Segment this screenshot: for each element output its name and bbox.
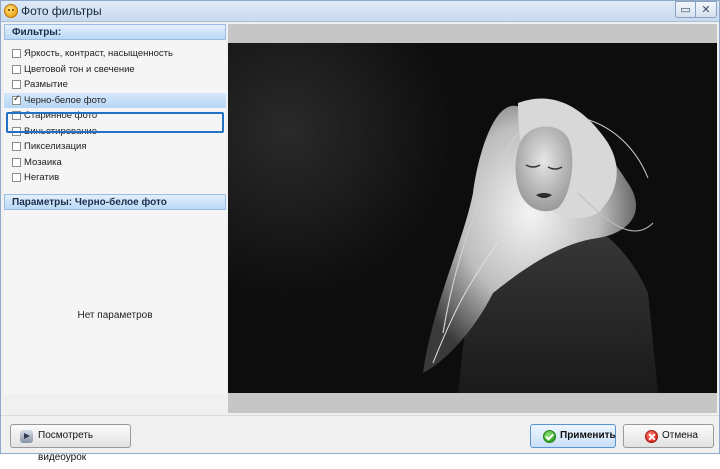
filter-item-black-white[interactable]: ✓ Черно-белое фото bbox=[4, 92, 226, 108]
filter-label: Негатив bbox=[24, 172, 60, 183]
filter-item-pixelate[interactable]: Пикселизация bbox=[4, 139, 226, 155]
filters-header: Фильтры: bbox=[4, 24, 226, 40]
apply-label: Применить bbox=[560, 430, 616, 441]
bottom-bar: Посмотреть видеоурок Применить Отмена bbox=[1, 415, 719, 463]
smiley-app-icon bbox=[4, 4, 18, 18]
check-circle-icon bbox=[543, 430, 556, 443]
filter-item-hue-glow[interactable]: Цветовой тон и свечение bbox=[4, 62, 226, 78]
filter-label: Мозаика bbox=[24, 156, 62, 168]
filter-item-brightness[interactable]: Яркость, контраст, насыщенность bbox=[4, 46, 226, 62]
video-tutorial-icon bbox=[20, 430, 33, 443]
no-params-text: Нет параметров bbox=[77, 310, 153, 321]
filter-label: Цветовой тон и свечение bbox=[24, 63, 135, 75]
portrait-illustration bbox=[423, 98, 658, 393]
apply-button[interactable]: Применить bbox=[530, 424, 616, 448]
maximize-button[interactable]: ▭ bbox=[675, 1, 695, 18]
selection-highlight bbox=[6, 112, 224, 133]
title-bar[interactable]: Фото фильтры ▭ ✕ bbox=[1, 1, 719, 22]
filter-checkbox[interactable] bbox=[12, 49, 21, 58]
filter-label: Яркость, контраст, насыщенность bbox=[24, 48, 173, 59]
filter-label: Пикселизация bbox=[24, 141, 87, 152]
cancel-button[interactable]: Отмена bbox=[623, 424, 714, 448]
window-title: Фото фильтры bbox=[21, 4, 102, 18]
params-header: Параметры: Черно-белое фото bbox=[4, 194, 226, 210]
filter-item-blur[interactable]: Размытие bbox=[4, 77, 226, 93]
photo-filters-window: Фото фильтры ▭ ✕ Фильтры: Яркость, контр… bbox=[0, 0, 720, 463]
checkmark-icon: ✓ bbox=[13, 93, 21, 104]
filter-label: Черно-белое фото bbox=[24, 94, 107, 106]
filter-checkbox[interactable] bbox=[12, 80, 21, 89]
watch-video-button[interactable]: Посмотреть видеоурок bbox=[10, 424, 131, 463]
filter-item-mosaic[interactable]: Мозаика bbox=[4, 155, 226, 171]
filter-checkbox[interactable] bbox=[12, 142, 21, 151]
filter-checkbox[interactable] bbox=[12, 64, 21, 74]
filter-checkbox-checked[interactable]: ✓ bbox=[12, 93, 21, 105]
preview-pane bbox=[228, 24, 717, 413]
watch-video-label: Посмотреть видеоурок bbox=[38, 430, 94, 463]
close-button[interactable]: ✕ bbox=[695, 1, 717, 18]
filter-item-negative[interactable]: Негатив bbox=[4, 170, 226, 186]
filter-label: Размытие bbox=[24, 79, 68, 90]
filter-checkbox[interactable] bbox=[12, 157, 21, 167]
cancel-label: Отмена bbox=[662, 430, 698, 441]
cancel-circle-icon bbox=[645, 430, 658, 443]
filter-checkbox[interactable] bbox=[12, 173, 21, 182]
left-pane: Фильтры: Яркость, контраст, насыщенность… bbox=[4, 24, 226, 394]
bw-photo-preview bbox=[228, 43, 717, 393]
